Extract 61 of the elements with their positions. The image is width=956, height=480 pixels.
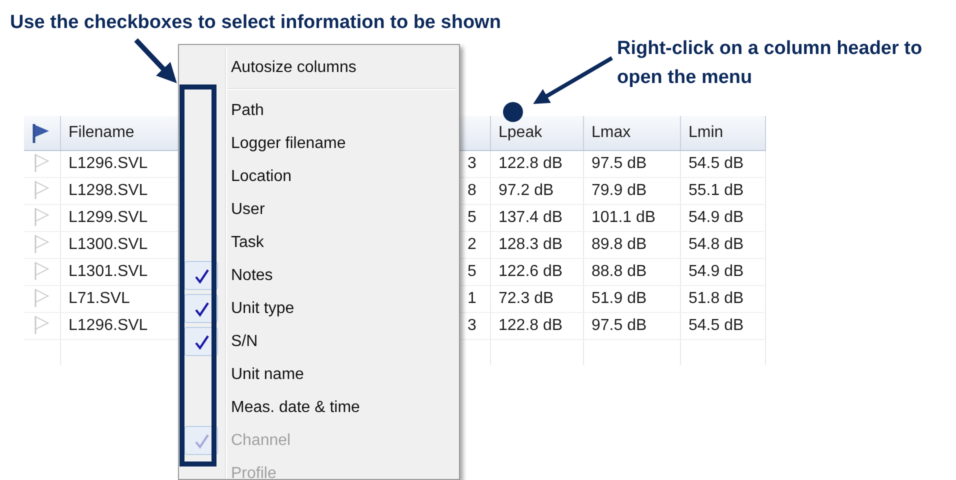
menu-item[interactable]: Location [231,164,292,188]
menu-item[interactable]: Task [231,230,264,254]
table-cell: 1 [468,290,476,306]
table-cell: 122.8 dB [498,154,563,172]
flag-icon[interactable] [34,207,50,228]
table-cell: 54.9 dB [688,262,744,280]
table-cell: L1301.SVL [68,262,148,280]
table-cell: L1298.SVL [68,182,148,198]
table-cell: 51.8 dB [688,290,744,306]
flag-icon [32,122,50,143]
table-cell: 8 [468,182,476,198]
menu-item[interactable]: Unit name [231,362,304,386]
table-cell: L1300.SVL [68,236,148,252]
table-cell: 54.9 dB [688,208,744,226]
annotation-text: Use the checkboxes to select information to be shown [10,11,501,35]
table-cell: 55.1 dB [688,182,744,198]
table-cell: L71.SVL [68,290,130,306]
table-cell: L1299.SVL [68,208,148,226]
menu-item[interactable]: Notes [231,264,273,288]
table-cell: 101.1 dB [592,208,656,226]
menu-item[interactable]: Logger filename [231,132,346,156]
table-cell: 54.5 dB [688,154,744,172]
table-cell: 72.3 dB [498,290,554,306]
table-cell: 122.8 dB [498,316,563,334]
menu-item[interactable]: Unit type [231,296,294,320]
menu-item[interactable]: User [231,198,265,222]
marker-dot [503,102,523,122]
table-cell: L1296.SVL [68,316,148,334]
table-cell: 3 [468,154,476,172]
table-cell: 128.3 dB [498,236,563,252]
table-cell: 97.5 dB [592,154,647,172]
flag-icon[interactable] [34,180,50,200]
flag-icon[interactable] [34,261,50,282]
menu-item[interactable]: S/N [231,330,258,354]
table-cell: 89.8 dB [592,236,647,252]
flag-icon[interactable] [34,288,50,308]
table-cell: L1296.SVL [68,154,148,172]
menu-item[interactable]: Autosize columns [231,56,356,80]
table-cell: 97.5 dB [592,316,647,334]
flag-icon[interactable] [34,315,50,336]
table-cell: 5 [468,262,476,280]
table-cell: 88.8 dB [592,262,647,280]
menu-item[interactable]: Meas. date & time [231,396,360,420]
table-cell: 137.4 dB [498,208,563,226]
table-cell: 122.6 dB [498,262,563,280]
menu-item: Profile [231,464,276,479]
table-cell: 51.9 dB [592,290,647,306]
table-cell: 5 [468,208,476,226]
menu-item[interactable]: Path [231,98,264,122]
annotation-text: Right-click on a column header to open the menu [617,37,924,90]
table-cell: 3 [468,316,476,334]
table-cell: 54.8 dB [688,236,744,252]
arrow [134,38,177,84]
table-cell: 2 [468,236,476,252]
flag-icon[interactable] [34,153,50,174]
column-header[interactable]: Filename [68,124,134,141]
table-cell: 97.2 dB [498,182,554,198]
flag-icon[interactable] [34,234,50,254]
table-cell: 54.5 dB [688,316,744,334]
table-cell: 79.9 dB [592,182,647,198]
menu-item: Channel [231,430,291,450]
